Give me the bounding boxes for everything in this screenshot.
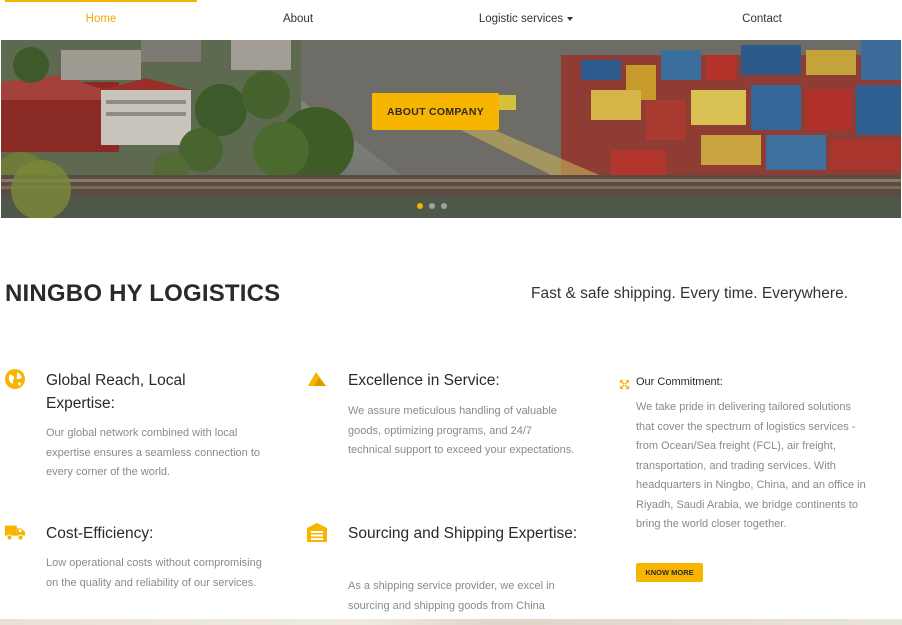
hero-banner: ABOUT COMPANY	[1, 40, 901, 218]
slider-dot-1[interactable]	[417, 203, 423, 209]
know-more-button[interactable]: KNOW MORE	[636, 563, 703, 582]
commitment-text: We take pride in delivering tailored sol…	[636, 401, 866, 530]
nav-about[interactable]: About	[202, 0, 394, 40]
nav-logistic-services[interactable]: Logistic services	[430, 0, 622, 40]
feature-title-global-reach: Global Reach, Local Expertise:	[46, 372, 186, 412]
warehouse-icon	[307, 523, 327, 542]
company-title: NINGBO HY LOGISTICS	[5, 280, 281, 307]
commitment-title: Our Commitment:	[636, 376, 723, 388]
feature-text-global-reach: Our global network combined with local e…	[46, 427, 261, 478]
feature-title-excellence: Excellence in Service:	[348, 372, 500, 389]
feature-title-sourcing: Sourcing and Shipping Expertise:	[348, 525, 578, 542]
next-section-image-edge	[0, 619, 902, 625]
about-company-button[interactable]: ABOUT COMPANY	[372, 93, 499, 130]
nav-logistic-services-label: Logistic services	[478, 13, 564, 25]
paper-plane-icon	[308, 372, 326, 386]
company-tagline: Fast & safe shipping. Every time. Everyw…	[531, 285, 849, 302]
top-navigation: Home About Logistic services Contact	[0, 0, 902, 40]
truck-icon	[4, 525, 26, 541]
slider-dot-3[interactable]	[441, 203, 447, 209]
globe-icon	[5, 369, 25, 389]
caret-down-icon	[567, 16, 574, 21]
feature-title-cost-efficiency: Cost-Efficiency:	[46, 525, 154, 542]
arrows-expand-icon	[619, 379, 630, 390]
slider-dot-2[interactable]	[429, 203, 435, 209]
nav-contact[interactable]: Contact	[666, 0, 858, 40]
nav-home[interactable]: Home	[5, 0, 197, 40]
feature-text-excellence: We assure meticulous handling of valuabl…	[348, 405, 575, 456]
feature-text-cost-efficiency: Low operational costs without compromisi…	[46, 557, 262, 589]
feature-text-sourcing: As a shipping service provider, we excel…	[348, 580, 555, 612]
